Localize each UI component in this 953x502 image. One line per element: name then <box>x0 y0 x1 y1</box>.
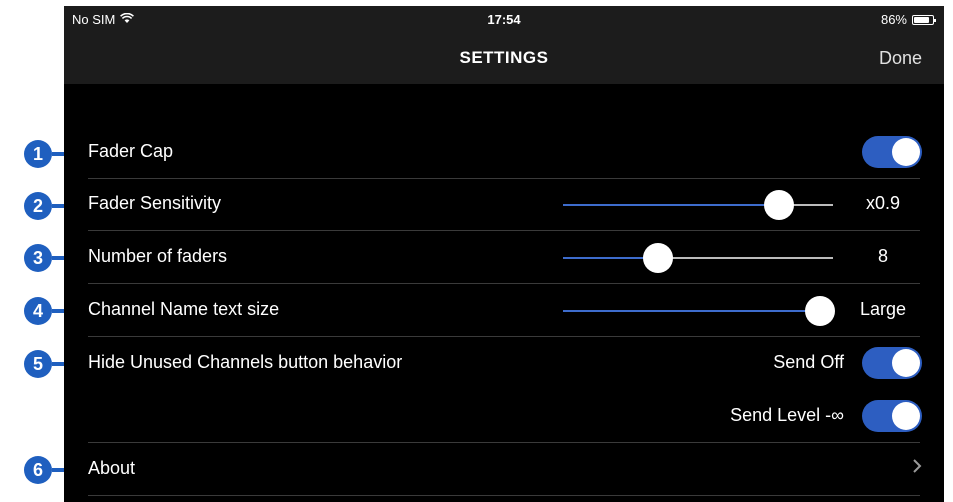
battery-percent: 86% <box>880 12 907 27</box>
status-time: 17:54 <box>487 12 521 27</box>
chevron-right-icon <box>912 457 922 480</box>
callout-1: 1 <box>24 140 52 168</box>
send-level-toggle[interactable] <box>862 400 922 432</box>
hide-unused-label: Hide Unused Channels button behavior <box>88 352 403 372</box>
fader-cap-toggle[interactable] <box>862 136 922 168</box>
setting-about[interactable]: About <box>88 443 944 495</box>
nav-bar: SETTINGS Done <box>64 34 944 84</box>
number-of-faders-value: 8 <box>877 246 888 266</box>
setting-hide-unused-channels: Hide Unused Channels button behavior Sen… <box>88 337 944 442</box>
slider-thumb[interactable] <box>642 243 673 273</box>
channel-name-text-size-value: Large <box>859 299 907 319</box>
divider <box>88 495 920 496</box>
toggle-knob <box>892 349 920 377</box>
send-off-label: Send Off <box>773 352 844 372</box>
settings-screen: No SIM 17:54 86% SETTINGS Done Fader Cap… <box>64 6 944 502</box>
about-label: About <box>88 458 136 478</box>
number-of-faders-slider[interactable] <box>563 243 833 273</box>
toggle-knob <box>892 138 920 166</box>
callout-2: 2 <box>24 192 52 220</box>
slider-thumb[interactable] <box>764 190 794 220</box>
channel-name-text-size-label: Channel Name text size <box>88 299 280 319</box>
send-off-toggle[interactable] <box>862 347 922 379</box>
setting-fader-cap: Fader Cap <box>88 126 944 178</box>
battery-icon <box>912 14 936 25</box>
done-button[interactable]: Done <box>879 48 922 69</box>
fader-sensitivity-slider[interactable] <box>563 190 833 220</box>
callout-3: 3 <box>24 244 52 272</box>
toggle-knob <box>892 402 920 430</box>
fader-sensitivity-value: x0.9 <box>865 193 901 213</box>
setting-channel-name-text-size: Channel Name text size Large <box>88 284 944 336</box>
slider-thumb[interactable] <box>804 296 835 326</box>
channel-name-text-size-slider[interactable] <box>563 296 835 326</box>
fader-sensitivity-label: Fader Sensitivity <box>88 193 222 213</box>
status-bar: No SIM 17:54 86% <box>64 6 944 34</box>
setting-fader-sensitivity: Fader Sensitivity x0.9 <box>88 178 944 230</box>
callout-4: 4 <box>24 297 52 325</box>
fader-cap-label: Fader Cap <box>88 141 174 161</box>
number-of-faders-label: Number of faders <box>88 246 228 266</box>
callout-6: 6 <box>24 456 52 484</box>
setting-number-of-faders: Number of faders 8 <box>88 231 944 283</box>
page-title: SETTINGS <box>459 48 549 67</box>
callout-5: 5 <box>24 350 52 378</box>
send-level-label: Send Level -∞ <box>730 405 844 425</box>
